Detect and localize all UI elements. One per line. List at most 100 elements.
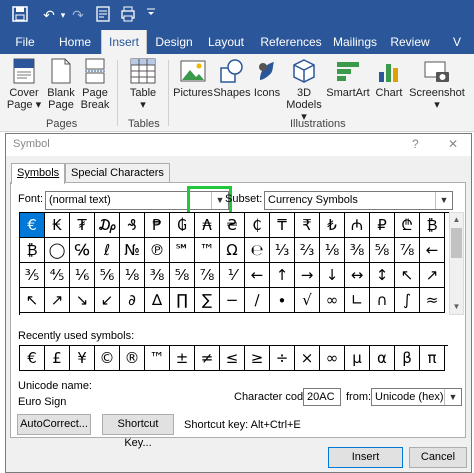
symbol-cell[interactable]: ∏ [170, 288, 195, 313]
recent-symbol-cell[interactable]: ± [170, 346, 195, 371]
recent-symbol-cell[interactable]: ∞ [320, 346, 345, 371]
symbol-cell[interactable]: ≈ [420, 288, 445, 313]
subset-dropdown[interactable]: Currency Symbols ▼ [264, 191, 453, 210]
symbol-cell[interactable]: ⅝ [170, 263, 195, 288]
recent-symbol-cell[interactable]: ≤ [220, 346, 245, 371]
symbol-cell[interactable]: ₵ [245, 213, 270, 238]
symbol-cell[interactable]: ⅛ [320, 238, 345, 263]
symbol-cell[interactable]: ↑ [270, 263, 295, 288]
tab-home[interactable]: Home [52, 30, 98, 54]
symbol-cell[interactable]: → [295, 263, 320, 288]
screenshot-button[interactable]: Screenshot ▾ [406, 58, 468, 111]
redo-icon[interactable]: ↷ [70, 6, 86, 24]
symbol-cell[interactable]: ∞ [320, 288, 345, 313]
symbol-cell[interactable]: ₭ [45, 213, 70, 238]
symbol-cell[interactable]: ↕ [370, 263, 395, 288]
symbol-cell[interactable]: √ [295, 288, 320, 313]
save-icon[interactable] [11, 6, 29, 24]
scroll-thumb[interactable] [451, 228, 462, 258]
symbol-cell[interactable]: Ω [220, 238, 245, 263]
blank-page-button[interactable]: Blank Page [44, 58, 78, 111]
shortcut-key-button[interactable]: Shortcut Key... [102, 414, 174, 449]
symbol-cell[interactable]: ↓ [320, 263, 345, 288]
help-icon[interactable]: ? [412, 137, 419, 151]
symbol-cell[interactable]: ₹ [295, 213, 320, 238]
symbol-cell[interactable]: ₽ [370, 213, 395, 238]
symbol-cell[interactable]: № [120, 238, 145, 263]
autocorrect-button[interactable]: AutoCorrect... [17, 414, 91, 435]
symbol-cell[interactable]: ₰ [120, 213, 145, 238]
symbol-cell[interactable]: ↖ [395, 263, 420, 288]
symbol-cell[interactable]: ∙ [270, 288, 295, 313]
symbol-cell[interactable]: ∫ [395, 288, 420, 313]
symbol-cell[interactable]: ℗ [145, 238, 170, 263]
symbol-cell[interactable]: ℮ [245, 238, 270, 263]
symbol-cell[interactable]: ↗ [420, 263, 445, 288]
symbol-cell[interactable]: ₴ [220, 213, 245, 238]
symbol-grid-scrollbar[interactable]: ▲ ▼ [449, 212, 464, 315]
symbol-cell[interactable]: ⅜ [345, 238, 370, 263]
recent-symbol-cell[interactable]: ≠ [195, 346, 220, 371]
chevron-down-icon[interactable]: ▼ [444, 389, 461, 405]
symbol-cell[interactable]: ⅔ [295, 238, 320, 263]
symbol-cell[interactable]: ⅚ [95, 263, 120, 288]
tab-symbols[interactable]: Symbols [11, 163, 66, 184]
symbol-cell[interactable]: ← [420, 238, 445, 263]
symbol-cell[interactable]: ₼ [345, 213, 370, 238]
tab-layout[interactable]: Layout [204, 30, 248, 54]
symbol-cell[interactable]: ₸ [270, 213, 295, 238]
tab-special-characters[interactable]: Special Characters [65, 163, 170, 183]
symbol-cell[interactable]: ↗ [45, 288, 70, 313]
symbol-cell[interactable]: ₺ [320, 213, 345, 238]
symbol-cell[interactable]: ⅟ [220, 263, 245, 288]
symbol-cell[interactable]: ⅓ [270, 238, 295, 263]
recent-symbol-cell[interactable]: ÷ [270, 346, 295, 371]
insert-button[interactable]: Insert [328, 447, 403, 468]
recent-symbol-cell[interactable]: ¥ [70, 346, 95, 371]
recent-symbol-cell[interactable]: µ [345, 346, 370, 371]
symbol-cell[interactable]: − [220, 288, 245, 313]
tab-references[interactable]: References [258, 30, 324, 54]
smartart-button[interactable]: SmartArt [326, 58, 370, 99]
shapes-button[interactable]: Shapes [212, 58, 252, 99]
recent-symbol-cell[interactable]: × [295, 346, 320, 371]
undo-dropdown-icon[interactable]: ▾ [58, 6, 68, 24]
symbol-cell[interactable]: ₱ [145, 213, 170, 238]
symbol-cell[interactable]: ⅝ [370, 238, 395, 263]
scroll-up-icon[interactable]: ▲ [450, 213, 463, 227]
recent-symbol-cell[interactable]: € [20, 346, 45, 371]
scroll-down-icon[interactable]: ▼ [450, 300, 463, 314]
print-preview-icon[interactable] [120, 6, 136, 24]
customize-qat-icon[interactable] [144, 6, 158, 24]
symbol-cell[interactable]: ℓ [95, 238, 120, 263]
symbol-cell[interactable]: ⅞ [395, 238, 420, 263]
symbol-cell[interactable]: ⅜ [145, 263, 170, 288]
symbol-cell[interactable]: ₲ [170, 213, 195, 238]
recent-symbol-cell[interactable]: ≥ [245, 346, 270, 371]
recent-symbol-cell[interactable]: £ [45, 346, 70, 371]
3d-models-button[interactable]: 3D Models ▾ [284, 58, 324, 123]
symbol-cell[interactable]: ↖ [20, 288, 45, 313]
symbol-cell[interactable]: ↘ [70, 288, 95, 313]
pictures-button[interactable]: Pictures [172, 58, 214, 99]
symbol-cell[interactable]: ↙ [95, 288, 120, 313]
symbol-cell[interactable]: ₳ [195, 213, 220, 238]
recent-symbol-cell[interactable]: © [95, 346, 120, 371]
tab-insert[interactable]: Insert [101, 30, 147, 54]
page-break-button[interactable]: Page Break [78, 58, 112, 111]
symbol-cell[interactable]: ∑ [195, 288, 220, 313]
character-code-input[interactable]: 20AC [303, 388, 341, 406]
cancel-button[interactable]: Cancel [409, 447, 467, 468]
symbol-cell[interactable]: ₾ [395, 213, 420, 238]
tab-review[interactable]: Review [390, 30, 430, 54]
symbol-cell[interactable]: ∩ [370, 288, 395, 313]
tab-mailings[interactable]: Mailings [330, 30, 380, 54]
symbol-cell[interactable]: ™ [195, 238, 220, 263]
touch-mode-icon[interactable] [95, 6, 111, 24]
tab-view[interactable]: V [440, 30, 474, 54]
symbol-cell[interactable]: ∆ [145, 288, 170, 313]
tab-file[interactable]: File [8, 30, 42, 54]
symbol-cell[interactable]: ℠ [170, 238, 195, 263]
symbol-cell[interactable]: ⅞ [195, 263, 220, 288]
symbol-cell[interactable]: ∟ [345, 288, 370, 313]
